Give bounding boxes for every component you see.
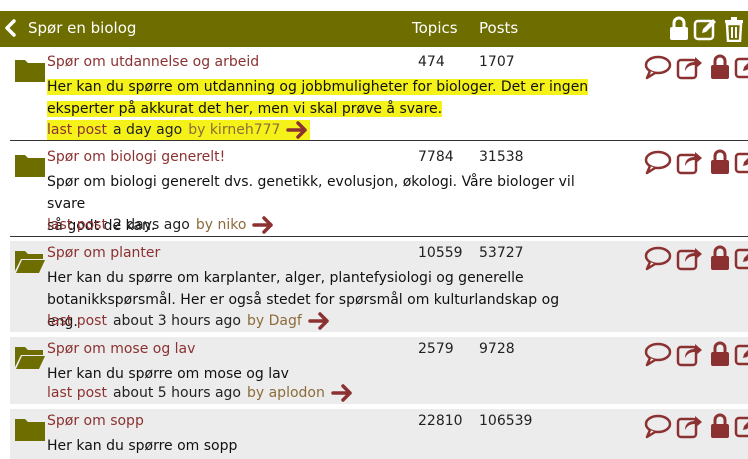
lock-icon[interactable] (706, 341, 734, 367)
forum-posts-count: 1707 (479, 54, 515, 70)
forum-header: Spør en biolog Topics Posts (0, 11, 748, 47)
last-post-time: 2 days ago (112, 217, 190, 233)
edit-icon[interactable] (693, 16, 717, 42)
row-divider (10, 236, 748, 237)
share-icon[interactable] (676, 413, 704, 439)
forum-row: Spør om biologi generelt! 7784 31538 Spø… (10, 145, 748, 235)
last-post-time: a day ago (112, 122, 183, 138)
arrow-right-icon[interactable] (286, 120, 310, 140)
last-post-info: last post about 3 hours ago by Dagf (47, 311, 332, 331)
arrow-right-icon[interactable] (308, 311, 332, 331)
folder-open-icon (15, 251, 45, 273)
forum-name-link[interactable]: Spør om utdannelse og arbeid (47, 54, 259, 70)
forum-description-line: Spør om biologi generelt dvs. genetikk, … (47, 174, 575, 212)
last-post-info: last post about 5 hours ago by aplodon (47, 383, 355, 403)
share-icon[interactable] (676, 149, 704, 175)
arrow-right-icon[interactable] (252, 215, 276, 235)
page-title[interactable]: Spør en biolog (28, 19, 136, 37)
last-post-link[interactable]: last post (47, 217, 107, 233)
forum-topics-count: 2579 (418, 341, 454, 357)
share-icon[interactable] (676, 54, 704, 80)
last-post-time: about 5 hours ago (112, 385, 241, 401)
lock-icon[interactable] (706, 149, 734, 175)
forum-posts-count: 9728 (479, 341, 515, 357)
row-divider (10, 140, 748, 141)
lock-icon[interactable] (706, 54, 734, 80)
last-post-link[interactable]: last post (47, 122, 107, 138)
forum-row: Spør om utdannelse og arbeid 474 1707 He… (10, 50, 748, 140)
last-post-info: last post 2 days ago by niko (47, 215, 276, 235)
forum-name-link[interactable]: Spør om sopp (47, 413, 144, 429)
last-post-author[interactable]: by kirneh777 (188, 122, 280, 138)
forum-name-link[interactable]: Spør om biologi generelt! (47, 149, 225, 165)
last-post-info: last post a day ago by kirneh777 (47, 120, 311, 140)
folder-icon (15, 60, 45, 82)
forum-description: Her kan du spørre om utdanning og jobbmu… (47, 76, 592, 120)
forum-description-line: eksperter på akkurat det her, men vi ska… (47, 101, 443, 117)
forum-row: Spør om mose og lav 2579 9728 Her kan du… (10, 337, 748, 404)
last-post-author[interactable]: by aplodon (247, 385, 325, 401)
lock-icon[interactable] (706, 413, 734, 439)
edit-icon[interactable] (734, 54, 748, 80)
last-post-link[interactable]: last post (47, 385, 107, 401)
forum-name-link[interactable]: Spør om mose og lav (47, 341, 195, 357)
forum-name-link[interactable]: Spør om planter (47, 245, 160, 261)
last-post-author[interactable]: by Dagf (247, 313, 302, 329)
forum-topics-count: 474 (418, 54, 445, 70)
top-strip (0, 0, 748, 11)
folder-open-icon (15, 347, 45, 369)
topics-column-header: Topics (412, 19, 458, 37)
edit-icon[interactable] (734, 341, 748, 367)
forum-description-line: Her kan du spørre om sopp (47, 438, 238, 454)
forum-topics-count: 7784 (418, 149, 454, 165)
forum-topics-count: 10559 (418, 245, 463, 261)
share-icon[interactable] (676, 245, 704, 271)
lock-icon[interactable] (667, 16, 691, 42)
speech-bubble-icon[interactable] (644, 413, 672, 439)
folder-icon (15, 419, 45, 441)
last-post-time: about 3 hours ago (112, 313, 241, 329)
share-icon[interactable] (676, 341, 704, 367)
posts-column-header: Posts (479, 19, 519, 37)
forum-posts-count: 53727 (479, 245, 524, 261)
last-post-author[interactable]: by niko (196, 217, 247, 233)
forum-description: Her kan du spørre om mose og lav (47, 363, 592, 385)
forum-posts-count: 106539 (479, 413, 533, 429)
lock-icon[interactable] (706, 245, 734, 271)
speech-bubble-icon[interactable] (644, 245, 672, 271)
edit-icon[interactable] (734, 245, 748, 271)
forum-row: Spør om planter 10559 53727 Her kan du s… (10, 241, 748, 332)
forum-description-line: Her kan du spørre om karplanter, alger, … (47, 270, 524, 286)
speech-bubble-icon[interactable] (644, 341, 672, 367)
trash-icon[interactable] (722, 16, 746, 42)
last-post-link[interactable]: last post (47, 313, 107, 329)
forum-description-line: Her kan du spørre om mose og lav (47, 366, 289, 382)
forum-row: Spør om sopp 22810 106539 Her kan du spø… (10, 409, 748, 459)
edit-icon[interactable] (734, 413, 748, 439)
folder-icon (15, 155, 45, 177)
forum-description: Her kan du spørre om sopp (47, 435, 592, 457)
forum-topics-count: 22810 (418, 413, 463, 429)
speech-bubble-icon[interactable] (644, 149, 672, 175)
edit-icon[interactable] (734, 149, 748, 175)
forum-posts-count: 31538 (479, 149, 524, 165)
forum-description-line: Her kan du spørre om utdanning og jobbmu… (47, 79, 589, 95)
speech-bubble-icon[interactable] (644, 54, 672, 80)
arrow-right-icon[interactable] (331, 383, 355, 403)
chevron-left-icon[interactable] (4, 18, 18, 38)
